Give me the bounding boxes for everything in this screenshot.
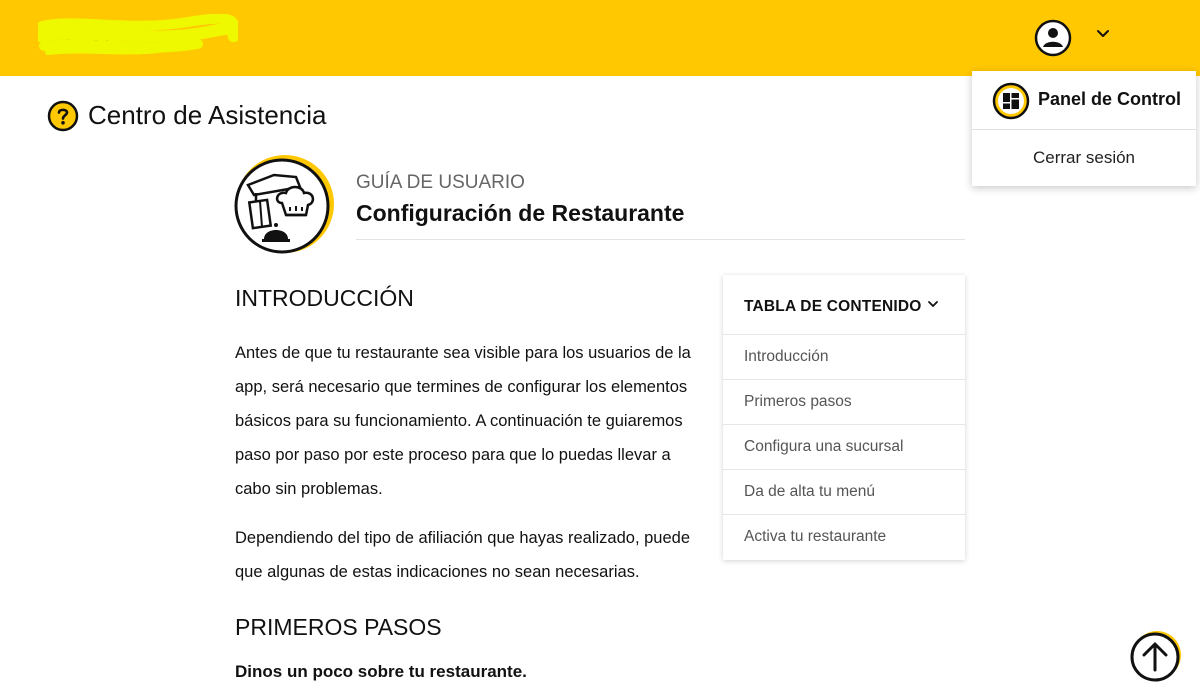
- top-bar: CF R: [0, 0, 1200, 76]
- user-icon: [1034, 19, 1072, 57]
- paragraph: Dependiendo del tipo de afiliación que h…: [235, 529, 691, 581]
- toc-toggle[interactable]: TABLA DE CONTENIDO: [723, 275, 965, 334]
- page-title: Centro de Asistencia: [88, 100, 327, 130]
- toc-item-configura-sucursal[interactable]: Configura una sucursal: [723, 424, 965, 469]
- guide-title: Configuración de Restaurante: [356, 200, 685, 226]
- toc-item-label: Da de alta tu menú: [744, 483, 875, 500]
- subheading: Dinos un poco sobre tu restaurante.: [235, 662, 527, 681]
- scroll-to-top-button[interactable]: [1130, 630, 1182, 682]
- toc-item-activa-restaurante[interactable]: Activa tu restaurante: [723, 514, 965, 559]
- logo[interactable]: CF R: [38, 8, 238, 58]
- menu-item-label: Panel de Control: [1038, 89, 1182, 109]
- dashboard-icon: [992, 82, 1030, 120]
- restaurant-chef-icon: [234, 155, 334, 254]
- section-heading-introduccion: INTRODUCCIÓN: [235, 285, 414, 311]
- section-heading-primeros-pasos: PRIMEROS PASOS: [235, 614, 442, 640]
- divider: [356, 239, 965, 240]
- menu-item-label: Cerrar sesión: [1032, 148, 1136, 167]
- user-dropdown-menu: Panel de Control Cerrar sesión: [972, 71, 1196, 186]
- toc-item-label: Configura una sucursal: [744, 438, 904, 455]
- toc-item-introduccion[interactable]: Introducción: [723, 334, 965, 379]
- chevron-down-icon: [1097, 30, 1109, 37]
- menu-item-panel-de-control[interactable]: Panel de Control: [972, 71, 1196, 129]
- redaction-scribble: [38, 14, 238, 55]
- help-circle-icon: [47, 100, 79, 132]
- toc-item-primeros-pasos[interactable]: Primeros pasos: [723, 379, 965, 424]
- user-account-button[interactable]: [1033, 18, 1073, 58]
- menu-item-cerrar-sesion[interactable]: Cerrar sesión: [972, 130, 1196, 186]
- arrow-up-icon: [1130, 631, 1181, 682]
- user-menu-toggle[interactable]: [1092, 22, 1114, 44]
- toc-title: TABLA DE CONTENIDO: [744, 298, 922, 315]
- chevron-down-icon: [928, 301, 938, 307]
- toc-item-alta-menu[interactable]: Da de alta tu menú: [723, 469, 965, 514]
- paragraph: Antes de que tu restaurante sea visible …: [235, 344, 691, 498]
- toc-item-label: Primeros pasos: [744, 393, 852, 410]
- toc-item-label: Introducción: [744, 348, 829, 365]
- toc-item-label: Activa tu restaurante: [744, 528, 887, 545]
- table-of-contents: TABLA DE CONTENIDO Introducción Primeros…: [723, 275, 965, 560]
- guide-kicker: GUÍA DE USUARIO: [356, 172, 525, 193]
